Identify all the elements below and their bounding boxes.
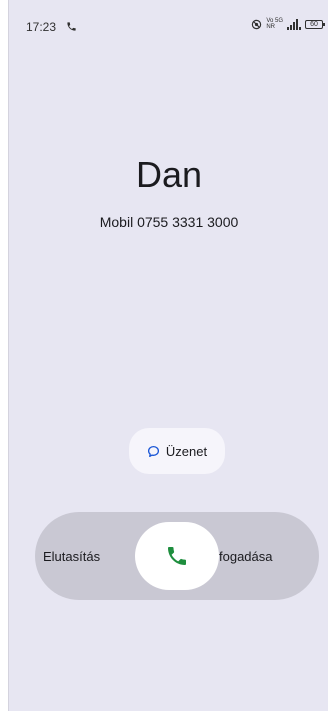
caller-number: Mobil 0755 3331 3000 bbox=[99, 214, 239, 230]
mute-icon bbox=[252, 19, 262, 29]
caller-name: Dan bbox=[135, 154, 203, 195]
phone-icon bbox=[168, 547, 186, 565]
answer-slider-track[interactable]: Elutasítás fogadása bbox=[35, 512, 319, 600]
accept-label: fogadása bbox=[219, 549, 273, 564]
status-bar: 17:23 Vo 5G NR 60 bbox=[9, 0, 328, 40]
network-bottom-label: NR bbox=[266, 24, 275, 30]
message-button[interactable]: Üzenet bbox=[129, 428, 225, 474]
network-type: Vo 5G NR bbox=[266, 18, 283, 30]
incoming-call-screen: 17:23 Vo 5G NR 60 Dan Mobil 0755 3331 30… bbox=[8, 0, 328, 711]
status-time: 17:23 bbox=[26, 20, 57, 34]
status-icons: Vo 5G NR 60 bbox=[251, 18, 325, 30]
answer-button[interactable] bbox=[135, 522, 219, 590]
signal-icon bbox=[287, 18, 301, 30]
message-button-label: Üzenet bbox=[165, 443, 208, 459]
phone-icon bbox=[67, 22, 76, 31]
battery-indicator: 60 bbox=[305, 19, 325, 29]
decline-label: Elutasítás bbox=[43, 549, 101, 564]
chat-bubble-icon bbox=[147, 445, 159, 457]
